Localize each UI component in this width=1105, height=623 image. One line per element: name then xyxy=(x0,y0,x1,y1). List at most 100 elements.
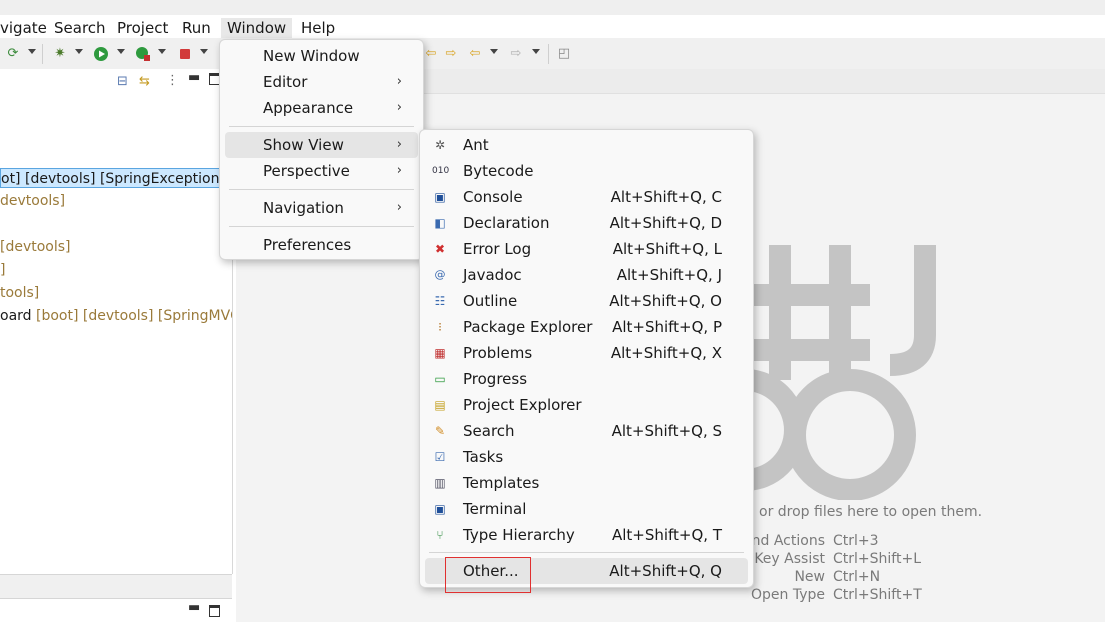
prev-edit-icon[interactable]: ⇦ xyxy=(423,46,439,62)
next-edit-icon[interactable]: ⇨ xyxy=(443,46,459,62)
menu-separator xyxy=(229,189,414,190)
menu-item-shortcut: Alt+Shift+Q, Q xyxy=(609,562,722,580)
menu-item-shortcut: Alt+Shift+Q, J xyxy=(616,266,722,284)
chevron-down-icon[interactable] xyxy=(490,49,498,54)
ant-icon: ✲ xyxy=(434,138,446,152)
shortcut-keys: Ctrl+Shift+T xyxy=(833,587,922,603)
chevron-down-icon[interactable] xyxy=(158,49,166,54)
menu-item-new-window[interactable]: New Window xyxy=(225,43,418,69)
search-icon: ✎ xyxy=(434,424,446,438)
chevron-down-icon[interactable] xyxy=(532,49,540,54)
maximize-icon[interactable] xyxy=(209,605,220,617)
view-menu-icon[interactable]: ⋮ xyxy=(166,73,179,88)
menu-item-perspective[interactable]: Perspective › xyxy=(225,158,418,184)
menu-item-type-hierarchy[interactable]: ⑂ Type Hierarchy Alt+Shift+Q, T xyxy=(425,522,748,548)
menu-item-label: Package Explorer xyxy=(463,318,593,336)
debug-icon[interactable]: ✷ xyxy=(52,46,68,62)
new-icon[interactable]: ⟳ xyxy=(5,46,21,62)
coverage-icon[interactable] xyxy=(135,46,151,62)
toolbar-separator xyxy=(548,44,549,64)
menu-item-label: Templates xyxy=(463,474,540,492)
menu-item-shortcut: Alt+Shift+Q, O xyxy=(609,292,722,310)
back-icon[interactable]: ⇦ xyxy=(467,46,483,62)
menu-run[interactable]: Run xyxy=(182,18,211,38)
pin-icon[interactable]: ◰ xyxy=(556,46,572,62)
menu-item-terminal[interactable]: ▣ Terminal xyxy=(425,496,748,522)
menu-item-label: Show View xyxy=(263,136,344,154)
console-icon: ▣ xyxy=(434,190,446,204)
javadoc-icon: @ xyxy=(434,268,446,281)
templates-icon: ▥ xyxy=(434,476,446,490)
tree-row[interactable]: tools] xyxy=(0,283,232,303)
tree-row[interactable]: ] xyxy=(0,260,232,280)
menu-item-shortcut: Alt+Shift+Q, C xyxy=(610,188,722,206)
menu-item-label: Type Hierarchy xyxy=(463,526,575,544)
menu-item-bytecode[interactable]: 010 Bytecode xyxy=(425,158,748,184)
project-explorer-icon: ▤ xyxy=(434,398,446,412)
menu-item-problems[interactable]: ▦ Problems Alt+Shift+Q, X xyxy=(425,340,748,366)
menu-item-project-explorer[interactable]: ▤ Project Explorer xyxy=(425,392,748,418)
menu-item-label: Project Explorer xyxy=(463,396,582,414)
forward-icon[interactable]: ⇨ xyxy=(508,46,524,62)
menu-item-editor[interactable]: Editor › xyxy=(225,69,418,95)
menu-item-tasks[interactable]: ☑ Tasks xyxy=(425,444,748,470)
collapse-all-icon[interactable]: ⊟ xyxy=(117,74,128,89)
tree-row[interactable]: ot] [devtools] [SpringExceptionH xyxy=(0,168,232,188)
terminal-icon: ▣ xyxy=(434,502,446,516)
menu-search[interactable]: Search xyxy=(54,18,106,38)
progress-icon: ▭ xyxy=(434,372,446,386)
menu-item-label: Editor xyxy=(263,73,308,91)
menu-item-javadoc[interactable]: @ Javadoc Alt+Shift+Q, J xyxy=(425,262,748,288)
submenu-arrow-icon: › xyxy=(396,137,402,152)
menu-item-appearance[interactable]: Appearance › xyxy=(225,95,418,121)
shortcut-name: Key Assist xyxy=(754,551,825,567)
bytecode-icon: 010 xyxy=(432,166,450,176)
bottom-panel-header: ▬ xyxy=(0,598,232,623)
menu-item-label: Error Log xyxy=(463,240,532,258)
show-view-menu: ✲ Ant 010 Bytecode ▣ Console Alt+Shift+Q… xyxy=(419,129,754,588)
submenu-arrow-icon: › xyxy=(396,100,402,115)
project-tag: [devtools] xyxy=(82,308,154,324)
chevron-down-icon[interactable] xyxy=(117,49,125,54)
menu-item-declaration[interactable]: ◧ Declaration Alt+Shift+Q, D xyxy=(425,210,748,236)
menu-item-error-log[interactable]: ✖ Error Log Alt+Shift+Q, L xyxy=(425,236,748,262)
menu-window[interactable]: Window xyxy=(221,18,293,38)
shortcut-name: New xyxy=(794,569,825,585)
menu-item-label: Search xyxy=(463,422,515,440)
link-editor-icon[interactable]: ⇆ xyxy=(139,74,150,89)
menu-item-search[interactable]: ✎ Search Alt+Shift+Q, S xyxy=(425,418,748,444)
shortcut-name: Open Type xyxy=(751,587,825,603)
chevron-down-icon[interactable] xyxy=(200,49,208,54)
menu-item-navigation[interactable]: Navigation › xyxy=(225,195,418,221)
menu-item-show-view[interactable]: Show View › xyxy=(225,132,418,158)
minimize-icon[interactable]: ▬ xyxy=(188,70,200,85)
menu-item-outline[interactable]: ☷ Outline Alt+Shift+Q, O xyxy=(425,288,748,314)
shortcut-name: nd Actions xyxy=(751,533,825,549)
run-icon[interactable] xyxy=(93,46,109,62)
project-tag: [boot] xyxy=(36,308,79,324)
minimize-icon[interactable]: ▬ xyxy=(188,600,200,615)
chevron-down-icon[interactable] xyxy=(28,49,36,54)
menu-item-preferences[interactable]: Preferences xyxy=(225,232,418,258)
menu-navigate[interactable]: vigate xyxy=(0,18,47,38)
shortcut-keys: Ctrl+Shift+L xyxy=(833,551,921,567)
eclipse-logo-watermark xyxy=(744,245,936,500)
menu-item-shortcut: Alt+Shift+Q, P xyxy=(612,318,722,336)
menu-item-package-explorer[interactable]: ⁝ Package Explorer Alt+Shift+Q, P xyxy=(425,314,748,340)
menu-item-console[interactable]: ▣ Console Alt+Shift+Q, C xyxy=(425,184,748,210)
menu-item-ant[interactable]: ✲ Ant xyxy=(425,132,748,158)
tree-row[interactable]: oard [boot] [devtools] [SpringMVC xyxy=(0,306,232,326)
stop-icon[interactable] xyxy=(177,46,193,62)
shortcut-keys: Ctrl+N xyxy=(833,569,881,585)
menu-item-label: Problems xyxy=(463,344,533,362)
window-menu: New Window Editor › Appearance › Show Vi… xyxy=(219,39,424,260)
menu-item-templates[interactable]: ▥ Templates xyxy=(425,470,748,496)
project-tag: [SpringMVC xyxy=(157,308,232,324)
tree-row[interactable]: [devtools] xyxy=(0,237,232,257)
menu-item-shortcut: Alt+Shift+Q, S xyxy=(611,422,722,440)
menu-item-progress[interactable]: ▭ Progress xyxy=(425,366,748,392)
tree-row[interactable]: devtools] xyxy=(0,191,232,211)
chevron-down-icon[interactable] xyxy=(75,49,83,54)
menu-project[interactable]: Project xyxy=(117,18,168,38)
menu-help[interactable]: Help xyxy=(301,18,335,38)
